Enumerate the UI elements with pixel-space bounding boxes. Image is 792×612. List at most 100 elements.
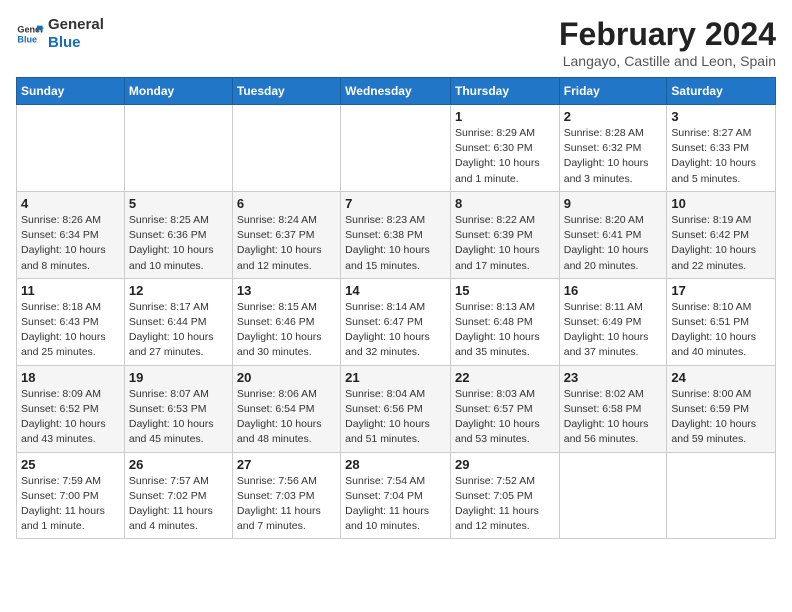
logo-general: General (48, 16, 104, 34)
calendar-cell: 3 Sunrise: 8:27 AM Sunset: 6:33 PM Daylig… (667, 105, 776, 192)
calendar-cell: 20 Sunrise: 8:06 AM Sunset: 6:54 PM Dayli… (232, 365, 340, 452)
calendar-cell: 23 Sunrise: 8:02 AM Sunset: 6:58 PM Dayli… (559, 365, 667, 452)
calendar-week-row: 18 Sunrise: 8:09 AM Sunset: 6:52 PM Dayli… (17, 365, 776, 452)
day-info: Sunrise: 7:54 AM Sunset: 7:04 PM Dayligh… (345, 474, 446, 535)
day-number: 7 (345, 196, 446, 211)
calendar-week-row: 25 Sunrise: 7:59 AM Sunset: 7:00 PM Dayli… (17, 452, 776, 539)
calendar-cell: 12 Sunrise: 8:17 AM Sunset: 6:44 PM Dayli… (124, 278, 232, 365)
day-number: 8 (455, 196, 555, 211)
calendar-week-row: 1Sunrise: 8:29 AM Sunset: 6:30 PM Daylig… (17, 105, 776, 192)
weekday-header: Thursday (450, 78, 559, 105)
day-info: Sunrise: 8:24 AM Sunset: 6:37 PM Dayligh… (237, 213, 336, 274)
day-number: 25 (21, 457, 120, 472)
calendar-cell: 9 Sunrise: 8:20 AM Sunset: 6:41 PM Daylig… (559, 191, 667, 278)
calendar-cell: 14 Sunrise: 8:14 AM Sunset: 6:47 PM Dayli… (341, 278, 451, 365)
day-number: 17 (671, 283, 771, 298)
day-number: 4 (21, 196, 120, 211)
calendar-cell (341, 105, 451, 192)
location: Langayo, Castille and Leon, Spain (559, 53, 776, 69)
day-info: Sunrise: 8:10 AM Sunset: 6:51 PM Dayligh… (671, 300, 771, 361)
svg-text:Blue: Blue (17, 34, 37, 44)
calendar-cell: 25 Sunrise: 7:59 AM Sunset: 7:00 PM Dayli… (17, 452, 125, 539)
calendar-cell: 6Sunrise: 8:24 AM Sunset: 6:37 PM Daylig… (232, 191, 340, 278)
calendar-cell: 17 Sunrise: 8:10 AM Sunset: 6:51 PM Dayli… (667, 278, 776, 365)
day-number: 13 (237, 283, 336, 298)
calendar-cell: 19Sunrise: 8:07 AM Sunset: 6:53 PM Dayli… (124, 365, 232, 452)
day-info: Sunrise: 8:14 AM Sunset: 6:47 PM Dayligh… (345, 300, 446, 361)
day-number: 14 (345, 283, 446, 298)
day-number: 27 (237, 457, 336, 472)
weekday-header: Tuesday (232, 78, 340, 105)
day-number: 26 (129, 457, 228, 472)
day-number: 11 (21, 283, 120, 298)
day-info: Sunrise: 8:09 AM Sunset: 6:52 PM Dayligh… (21, 387, 120, 448)
weekday-header: Saturday (667, 78, 776, 105)
day-info: Sunrise: 8:02 AM Sunset: 6:58 PM Dayligh… (564, 387, 663, 448)
day-info: Sunrise: 7:56 AM Sunset: 7:03 PM Dayligh… (237, 474, 336, 535)
day-info: Sunrise: 8:23 AM Sunset: 6:38 PM Dayligh… (345, 213, 446, 274)
calendar-cell: 26Sunrise: 7:57 AM Sunset: 7:02 PM Dayli… (124, 452, 232, 539)
day-number: 29 (455, 457, 555, 472)
calendar-cell (232, 105, 340, 192)
day-info: Sunrise: 8:19 AM Sunset: 6:42 PM Dayligh… (671, 213, 771, 274)
calendar-cell: 1Sunrise: 8:29 AM Sunset: 6:30 PM Daylig… (450, 105, 559, 192)
day-number: 2 (564, 109, 663, 124)
day-number: 21 (345, 370, 446, 385)
day-info: Sunrise: 8:22 AM Sunset: 6:39 PM Dayligh… (455, 213, 555, 274)
day-number: 3 (671, 109, 771, 124)
day-info: Sunrise: 8:13 AM Sunset: 6:48 PM Dayligh… (455, 300, 555, 361)
calendar-cell: 2Sunrise: 8:28 AM Sunset: 6:32 PM Daylig… (559, 105, 667, 192)
calendar-cell: 11 Sunrise: 8:18 AM Sunset: 6:43 PM Dayli… (17, 278, 125, 365)
logo-blue: Blue (48, 34, 104, 52)
calendar-cell: 24Sunrise: 8:00 AM Sunset: 6:59 PM Dayli… (667, 365, 776, 452)
day-info: Sunrise: 8:00 AM Sunset: 6:59 PM Dayligh… (671, 387, 771, 448)
day-info: Sunrise: 8:07 AM Sunset: 6:53 PM Dayligh… (129, 387, 228, 448)
logo: General Blue General Blue (16, 16, 104, 52)
calendar-cell: 10 Sunrise: 8:19 AM Sunset: 6:42 PM Dayli… (667, 191, 776, 278)
day-info: Sunrise: 8:06 AM Sunset: 6:54 PM Dayligh… (237, 387, 336, 448)
title-area: February 2024 Langayo, Castille and Leon… (559, 16, 776, 69)
calendar-cell: 29 Sunrise: 7:52 AM Sunset: 7:05 PM Dayli… (450, 452, 559, 539)
day-info: Sunrise: 8:15 AM Sunset: 6:46 PM Dayligh… (237, 300, 336, 361)
day-number: 10 (671, 196, 771, 211)
weekday-header: Wednesday (341, 78, 451, 105)
month-year: February 2024 (559, 16, 776, 53)
header-row: SundayMondayTuesdayWednesdayThursdayFrid… (17, 78, 776, 105)
day-info: Sunrise: 7:52 AM Sunset: 7:05 PM Dayligh… (455, 474, 555, 535)
calendar-cell (124, 105, 232, 192)
day-number: 18 (21, 370, 120, 385)
day-number: 22 (455, 370, 555, 385)
day-info: Sunrise: 8:25 AM Sunset: 6:36 PM Dayligh… (129, 213, 228, 274)
day-info: Sunrise: 7:59 AM Sunset: 7:00 PM Dayligh… (21, 474, 120, 535)
calendar-cell: 15 Sunrise: 8:13 AM Sunset: 6:48 PM Dayli… (450, 278, 559, 365)
day-info: Sunrise: 8:18 AM Sunset: 6:43 PM Dayligh… (21, 300, 120, 361)
calendar-cell: 5 Sunrise: 8:25 AM Sunset: 6:36 PM Daylig… (124, 191, 232, 278)
header: General Blue General Blue February 2024 … (16, 16, 776, 69)
day-info: Sunrise: 8:29 AM Sunset: 6:30 PM Dayligh… (455, 126, 555, 187)
weekday-header: Friday (559, 78, 667, 105)
weekday-header: Monday (124, 78, 232, 105)
calendar-cell: 4Sunrise: 8:26 AM Sunset: 6:34 PM Daylig… (17, 191, 125, 278)
day-info: Sunrise: 8:03 AM Sunset: 6:57 PM Dayligh… (455, 387, 555, 448)
day-info: Sunrise: 8:17 AM Sunset: 6:44 PM Dayligh… (129, 300, 228, 361)
calendar-cell: 7 Sunrise: 8:23 AM Sunset: 6:38 PM Daylig… (341, 191, 451, 278)
calendar-cell: 18 Sunrise: 8:09 AM Sunset: 6:52 PM Dayli… (17, 365, 125, 452)
calendar-cell: 16Sunrise: 8:11 AM Sunset: 6:49 PM Dayli… (559, 278, 667, 365)
day-number: 9 (564, 196, 663, 211)
day-number: 23 (564, 370, 663, 385)
calendar-cell: 27 Sunrise: 7:56 AM Sunset: 7:03 PM Dayli… (232, 452, 340, 539)
day-info: Sunrise: 8:27 AM Sunset: 6:33 PM Dayligh… (671, 126, 771, 187)
day-info: Sunrise: 8:11 AM Sunset: 6:49 PM Dayligh… (564, 300, 663, 361)
day-info: Sunrise: 8:20 AM Sunset: 6:41 PM Dayligh… (564, 213, 663, 274)
calendar-table: SundayMondayTuesdayWednesdayThursdayFrid… (16, 77, 776, 539)
weekday-header: Sunday (17, 78, 125, 105)
calendar-cell (17, 105, 125, 192)
logo-icon: General Blue (16, 20, 44, 48)
calendar-header: SundayMondayTuesdayWednesdayThursdayFrid… (17, 78, 776, 105)
day-number: 12 (129, 283, 228, 298)
calendar-cell (667, 452, 776, 539)
day-number: 28 (345, 457, 446, 472)
day-number: 20 (237, 370, 336, 385)
day-number: 15 (455, 283, 555, 298)
day-number: 5 (129, 196, 228, 211)
